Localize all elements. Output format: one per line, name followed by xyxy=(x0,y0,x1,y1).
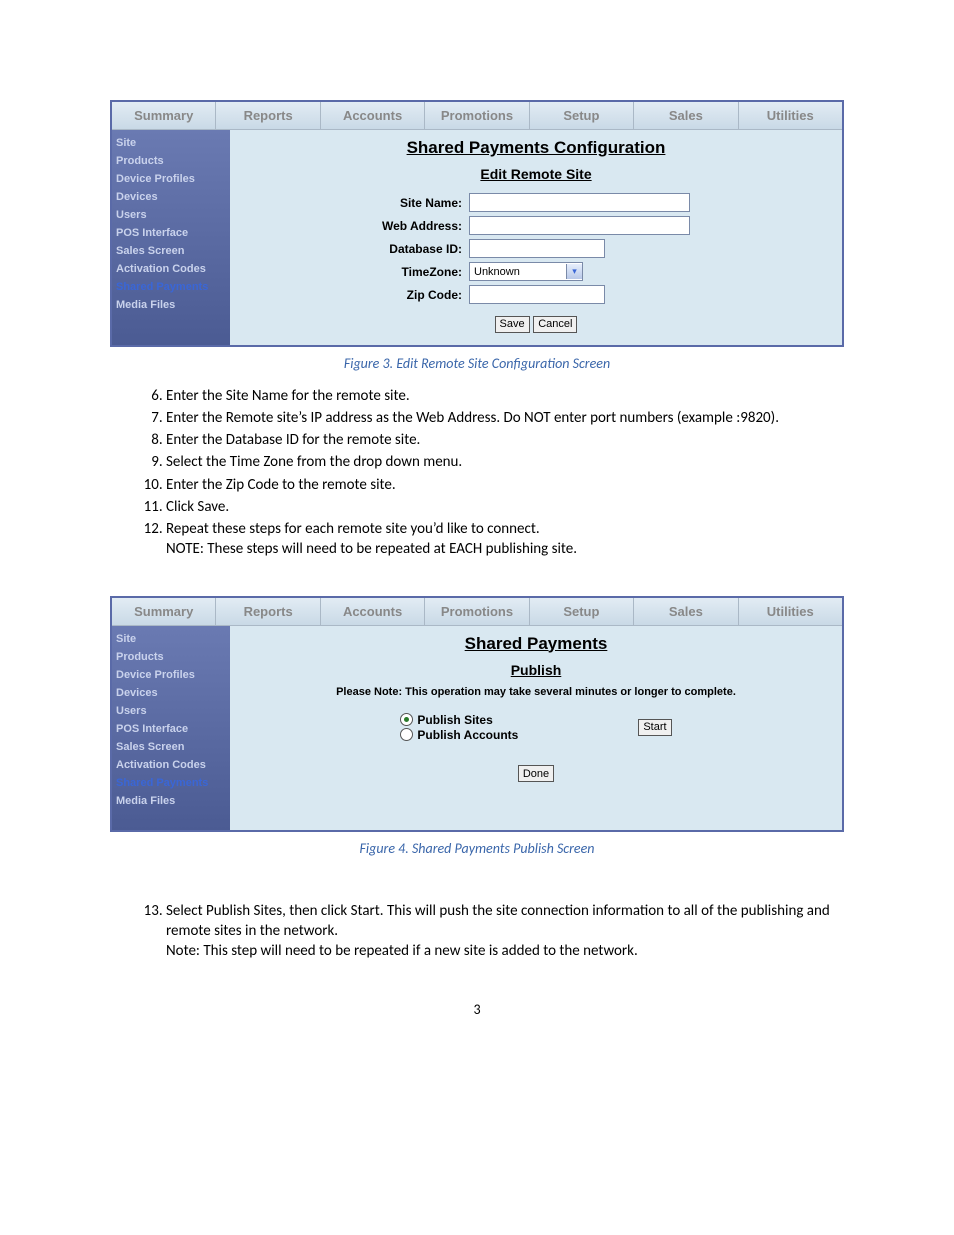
section-title-2: Publish xyxy=(236,662,836,678)
tab-summary[interactable]: Summary xyxy=(112,102,216,130)
site-name-label: Site Name: xyxy=(381,192,466,213)
sidebar-item-shared-payments[interactable]: Shared Payments xyxy=(112,278,230,296)
done-button[interactable]: Done xyxy=(518,765,554,782)
tab-utilities[interactable]: Utilities xyxy=(739,598,842,626)
timezone-value: Unknown xyxy=(470,266,566,278)
sidebar-item-device-profiles[interactable]: Device Profiles xyxy=(112,666,230,684)
page-title: Shared Payments Configuration xyxy=(236,138,836,158)
tab-reports[interactable]: Reports xyxy=(216,102,320,130)
instruction-list-1: Enter the Site Name for the remote site.… xyxy=(110,386,844,560)
database-id-input[interactable] xyxy=(469,239,605,258)
step-10: Enter the Zip Code to the remote site. xyxy=(166,475,844,495)
radio-publish-accounts-label: Publish Accounts xyxy=(417,728,518,742)
sidebar-item-device-profiles[interactable]: Device Profiles xyxy=(112,170,230,188)
step-12-note: NOTE: These steps will need to be repeat… xyxy=(166,540,577,558)
radio-publish-sites-label: Publish Sites xyxy=(417,713,492,727)
web-address-input[interactable] xyxy=(469,216,690,235)
tab-bar-2: Summary Reports Accounts Promotions Setu… xyxy=(112,598,842,626)
tab-promotions[interactable]: Promotions xyxy=(425,102,529,130)
sidebar-item-devices[interactable]: Devices xyxy=(112,188,230,206)
sidebar-item-site[interactable]: Site xyxy=(112,630,230,648)
radio-publish-accounts[interactable] xyxy=(400,728,413,741)
step-11: Click Save. xyxy=(166,497,844,517)
sidebar-item-devices[interactable]: Devices xyxy=(112,684,230,702)
sidebar-item-activation-codes[interactable]: Activation Codes xyxy=(112,260,230,278)
main-panel: Shared Payments Configuration Edit Remot… xyxy=(230,130,842,345)
sidebar-item-users[interactable]: Users xyxy=(112,702,230,720)
chevron-down-icon: ▾ xyxy=(566,264,582,279)
tab-accounts[interactable]: Accounts xyxy=(321,102,425,130)
site-name-input[interactable] xyxy=(469,193,690,212)
sidebar-item-users[interactable]: Users xyxy=(112,206,230,224)
publish-note: Please Note: This operation may take sev… xyxy=(236,686,836,698)
step-6: Enter the Site Name for the remote site. xyxy=(166,386,844,406)
timezone-select[interactable]: Unknown ▾ xyxy=(469,262,583,281)
sidebar-item-pos-interface[interactable]: POS Interface xyxy=(112,720,230,738)
tab-bar: Summary Reports Accounts Promotions Setu… xyxy=(112,102,842,130)
main-panel-2: Shared Payments Publish Please Note: Thi… xyxy=(230,626,842,830)
tab-sales[interactable]: Sales xyxy=(634,598,738,626)
figure-4-caption: Figure 4. Shared Payments Publish Screen xyxy=(110,840,844,857)
database-id-label: Database ID: xyxy=(381,238,466,259)
figure-3-caption: Figure 3. Edit Remote Site Configuration… xyxy=(110,355,844,372)
sidebar-item-sales-screen[interactable]: Sales Screen xyxy=(112,738,230,756)
step-13-note: Note: This step will need to be repeated… xyxy=(166,942,638,960)
page-number: 3 xyxy=(110,1001,844,1018)
figure-4-screenshot: Summary Reports Accounts Promotions Setu… xyxy=(110,596,844,832)
web-address-label: Web Address: xyxy=(381,215,466,236)
cancel-button[interactable]: Cancel xyxy=(533,316,577,333)
step-9: Select the Time Zone from the drop down … xyxy=(166,452,844,472)
section-title: Edit Remote Site xyxy=(236,166,836,182)
sidebar-item-media-files[interactable]: Media Files xyxy=(112,792,230,810)
step-12: Repeat these steps for each remote site … xyxy=(166,519,844,560)
tab-utilities[interactable]: Utilities xyxy=(739,102,842,130)
tab-sales[interactable]: Sales xyxy=(634,102,738,130)
save-button[interactable]: Save xyxy=(495,316,530,333)
step-13: Select Publish Sites, then click Start. … xyxy=(166,901,844,962)
tab-accounts[interactable]: Accounts xyxy=(321,598,425,626)
step-7: Enter the Remote site’s IP address as th… xyxy=(166,408,844,428)
step-8: Enter the Database ID for the remote sit… xyxy=(166,430,844,450)
figure-3-screenshot: Summary Reports Accounts Promotions Setu… xyxy=(110,100,844,347)
tab-promotions[interactable]: Promotions xyxy=(425,598,529,626)
zip-code-input[interactable] xyxy=(469,285,605,304)
sidebar-item-media-files[interactable]: Media Files xyxy=(112,296,230,314)
start-button[interactable]: Start xyxy=(638,719,671,736)
sidebar: Site Products Device Profiles Devices Us… xyxy=(112,130,230,345)
sidebar-item-products[interactable]: Products xyxy=(112,152,230,170)
tab-setup[interactable]: Setup xyxy=(530,102,634,130)
publish-radio-group: Publish Sites Publish Accounts xyxy=(400,712,518,743)
sidebar-item-shared-payments[interactable]: Shared Payments xyxy=(112,774,230,792)
tab-reports[interactable]: Reports xyxy=(216,598,320,626)
timezone-label: TimeZone: xyxy=(381,261,466,282)
sidebar-item-products[interactable]: Products xyxy=(112,648,230,666)
sidebar-2: Site Products Device Profiles Devices Us… xyxy=(112,626,230,830)
radio-publish-sites[interactable] xyxy=(400,713,413,726)
tab-setup[interactable]: Setup xyxy=(530,598,634,626)
tab-summary[interactable]: Summary xyxy=(112,598,216,626)
zip-code-label: Zip Code: xyxy=(381,284,466,305)
sidebar-item-sales-screen[interactable]: Sales Screen xyxy=(112,242,230,260)
sidebar-item-site[interactable]: Site xyxy=(112,134,230,152)
sidebar-item-activation-codes[interactable]: Activation Codes xyxy=(112,756,230,774)
sidebar-item-pos-interface[interactable]: POS Interface xyxy=(112,224,230,242)
page-title-2: Shared Payments xyxy=(236,634,836,654)
instruction-list-2: Select Publish Sites, then click Start. … xyxy=(110,901,844,962)
